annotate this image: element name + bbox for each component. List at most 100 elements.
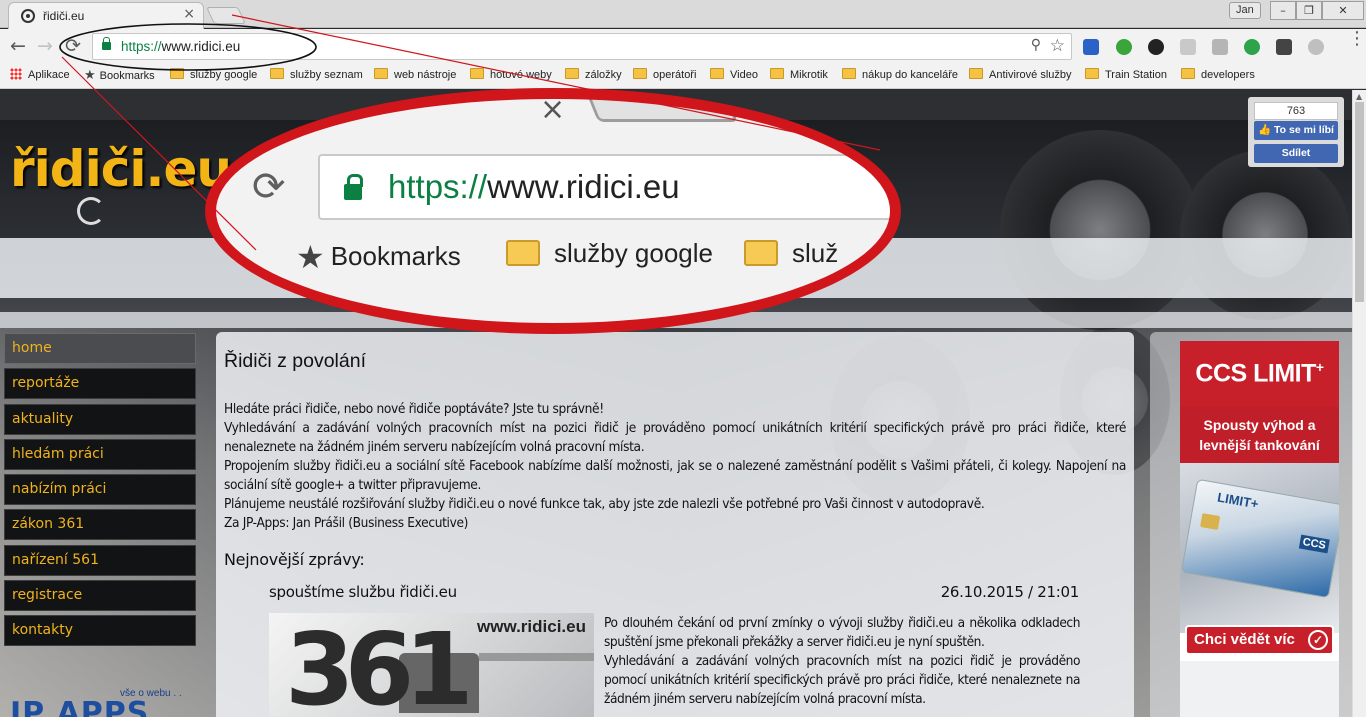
browser-tab[interactable]: řidiči.eu × (8, 2, 204, 29)
bookmark-folder[interactable]: hotové weby (470, 68, 552, 82)
menu-item-nabizim-praci[interactable]: nabízím práci (4, 474, 196, 506)
tab-title: řidiči.eu (43, 9, 85, 23)
grammarly-extension-icon[interactable] (1244, 39, 1260, 55)
scrollbar-thumb[interactable] (1355, 102, 1364, 302)
menu-item-registrace[interactable]: registrace (4, 580, 196, 612)
article-paragraph: Po dlouhém čekání od první zmínky o vývo… (604, 615, 1080, 650)
site-favicon-icon (21, 9, 35, 23)
lock-icon (102, 37, 111, 50)
maximize-button[interactable]: ❐ (1296, 1, 1322, 20)
menu-item-hledam-praci[interactable]: hledám práci (4, 438, 196, 470)
puzzle-extension-icon[interactable] (1180, 39, 1196, 55)
bookmark-folder[interactable]: služby google (170, 68, 257, 82)
bookmark-star-icon[interactable]: ☆ (1050, 36, 1065, 56)
folder-icon (565, 68, 579, 79)
bookmark-folder[interactable]: Antivirové služby (969, 68, 1072, 82)
article-title[interactable]: spouštíme službu řidiči.eu (269, 583, 457, 601)
url-text[interactable]: https://www.ridici.eu (121, 39, 240, 54)
card-chip-icon (1200, 513, 1221, 531)
ip-extension-icon[interactable] (1083, 39, 1099, 55)
bookmark-folder[interactable]: Train Station (1085, 68, 1167, 82)
bookmark-bookmarks[interactable]: ★ Bookmarks (84, 68, 155, 83)
bookmark-folder[interactable]: záložky (565, 68, 622, 82)
ad-tagline: Spousty výhod a levnější tankování (1199, 417, 1320, 453)
folder-icon (969, 68, 983, 79)
article-thumbnail[interactable]: 361 www.ridici.eu (269, 613, 594, 717)
bookmark-folder[interactable]: operátoři (633, 68, 696, 82)
intro-paragraph: Propojením služby řidiči.eu a sociální s… (224, 458, 1126, 493)
folder-icon (633, 68, 647, 79)
url-host: www.ridici.eu (161, 39, 241, 54)
ad-cta-button[interactable]: Chci vědět víc ✓ (1185, 625, 1334, 655)
menu-item-zakon-361[interactable]: zákon 361 (4, 509, 196, 541)
cloud-extension-icon[interactable] (1308, 39, 1324, 55)
bookmark-folder[interactable]: služby seznam (270, 68, 363, 82)
folder-icon (1085, 68, 1099, 79)
tab-close-icon[interactable]: × (183, 6, 195, 22)
shield-extension-icon[interactable] (1276, 39, 1292, 55)
key-icon[interactable]: ⚲ (1031, 37, 1041, 53)
ccs-advertisement[interactable]: CCS LIMIT+ Spousty výhod a levnější tank… (1180, 341, 1339, 717)
minimize-button[interactable]: – (1270, 1, 1296, 20)
ad-brand: CCS LIMIT+ (1195, 359, 1324, 388)
facebook-like-button[interactable]: 👍 To se mi líbí (1254, 121, 1338, 140)
bridge-graphic (479, 653, 594, 683)
facebook-widget: 763 👍 To se mi líbí Sdílet (1248, 97, 1344, 167)
bookmark-folder[interactable]: web nástroje (374, 68, 456, 82)
bookmark-folder[interactable]: Mikrotik (770, 68, 828, 82)
window-close-button[interactable]: ✕ (1322, 1, 1364, 20)
reload-icon[interactable]: ⟳ (62, 36, 84, 58)
folder-icon (270, 68, 284, 79)
tab-strip: řidiči.eu × Jan – ❐ ✕ (0, 0, 1366, 29)
menu-item-narizeni-561[interactable]: nařízení 561 (4, 544, 196, 576)
facebook-share-button[interactable]: Sdílet (1254, 144, 1338, 163)
scroll-up-icon[interactable]: ▲ (1356, 92, 1362, 101)
folder-icon (842, 68, 856, 79)
menu-item-aktuality[interactable]: aktuality (4, 403, 196, 435)
bookmark-folder[interactable]: nákup do kanceláře (842, 68, 958, 82)
checkmark-icon: ✓ (1308, 630, 1328, 650)
intro-paragraph: Hledáte práci řidiče, nebo nové řidiče p… (224, 401, 604, 417)
folder-icon (710, 68, 724, 79)
sync-extension-icon[interactable] (1148, 39, 1164, 55)
truck-wheel-image (1000, 130, 1200, 330)
thumbs-up-icon: 👍 (1258, 124, 1275, 136)
bookmarks-bar: Aplikace ★ Bookmarks služby google služby… (0, 64, 1366, 89)
browser-toolbar: ← → ⟳ https://www.ridici.eu ⚲ ☆ ⋮ (0, 29, 1366, 64)
gear-extension-icon[interactable] (1212, 39, 1228, 55)
bookmark-folder[interactable]: Video (710, 68, 758, 82)
thumbnail-number: 361 (285, 613, 474, 717)
star-icon: ★ (84, 67, 96, 82)
loading-spinner-icon (77, 197, 105, 225)
apps-icon (10, 68, 22, 80)
forward-arrow-icon[interactable]: → (34, 36, 56, 58)
bookmark-folder[interactable]: developers (1181, 68, 1255, 82)
folder-icon (170, 68, 184, 79)
site-logo[interactable]: řidiči.eu (10, 140, 232, 198)
new-tab-button[interactable] (206, 7, 246, 24)
leaf-extension-icon[interactable] (1116, 39, 1132, 55)
menu-item-home[interactable]: home (4, 333, 196, 364)
folder-icon (1181, 68, 1195, 79)
thumbnail-site-text: www.ridici.eu (477, 617, 586, 636)
address-bar[interactable]: https://www.ridici.eu ⚲ ☆ (92, 33, 1072, 60)
menu-item-reportaze[interactable]: reportáže (4, 368, 196, 400)
folder-icon (374, 68, 388, 79)
article-header: spouštíme službu řidiči.eu 26.10.2015 / … (269, 583, 1079, 601)
intro-text: Hledáte práci řidiče, nebo nové řidiče p… (224, 400, 1126, 533)
intro-paragraph: Vyhledávání a zadávání volných pracovníc… (224, 420, 1126, 455)
article-text: Po dlouhém čekání od první zmínky o vývo… (604, 614, 1080, 709)
profile-button[interactable]: Jan (1229, 2, 1261, 19)
back-arrow-icon[interactable]: ← (7, 36, 29, 58)
article-paragraph: Vyhledávání a zadávání volných pracovníc… (604, 653, 1080, 707)
chrome-menu-icon[interactable]: ⋮ (1348, 30, 1366, 48)
bookmark-apps[interactable]: Aplikace (10, 68, 70, 82)
ad-footer (1180, 661, 1339, 717)
main-content: Řidiči z povolání Hledáte práci řidiče, … (216, 332, 1134, 717)
page-scrollbar[interactable]: ▲ (1352, 90, 1366, 717)
red-ellipse-annotation (205, 88, 901, 334)
intro-paragraph: Plánujeme neustálé rozšiřování služby ři… (224, 496, 985, 512)
menu-item-kontakty[interactable]: kontakty (4, 615, 196, 647)
main-menu: home reportáže aktuality hledám práci na… (4, 333, 196, 651)
jp-logo-text: JP APPS (10, 696, 150, 717)
